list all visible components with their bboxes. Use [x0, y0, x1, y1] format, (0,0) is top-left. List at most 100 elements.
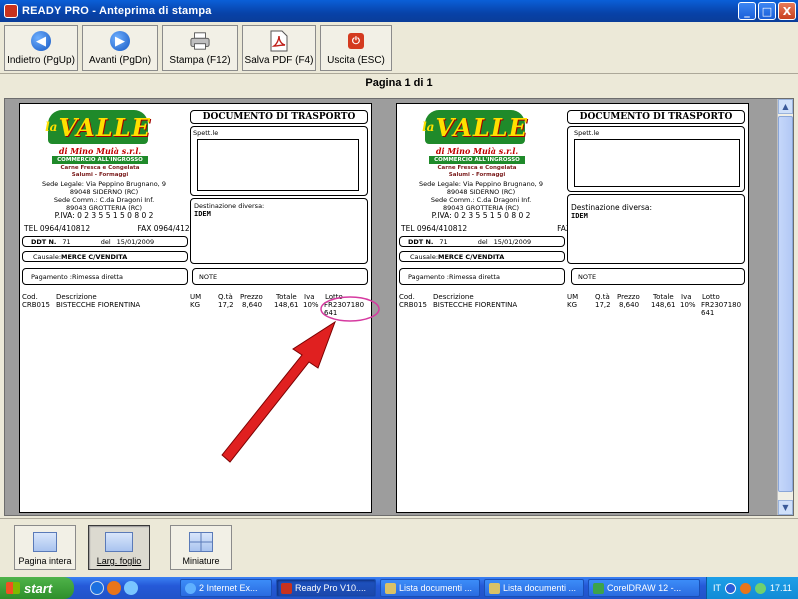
full-page-button[interactable]: Pagina intera [14, 525, 76, 570]
destination-box: Destinazione diversa: IDEM [567, 194, 745, 264]
address-line: 89048 SIDERNO (RC) [69, 188, 139, 196]
clock: 17.11 [770, 583, 792, 593]
table-row: CRB015 BISTECCHE FIORENTINA KG 17,2 8,64… [399, 301, 742, 309]
table-row: CRB015 BISTECCHE FIORENTINA KG 17,2 8,64… [22, 301, 365, 309]
arrow-left-icon: ◀ [31, 31, 51, 51]
document-sheet-right: la VALLE di Mino Muià s.r.l. COMMERCIO AL… [396, 103, 749, 513]
full-page-label: Pagina intera [18, 556, 72, 566]
taskbar-item[interactable]: CorelDRAW 12 -... [588, 579, 700, 597]
company-logo: la VALLE [422, 110, 527, 144]
title-bar: READY PRO - Anteprima di stampa _ □ X [0, 0, 798, 22]
scroll-down-arrow[interactable]: ▼ [778, 500, 793, 515]
window-title: READY PRO - Anteprima di stampa [22, 5, 212, 17]
company-sub-2: Salumi - Formaggi [71, 172, 129, 178]
doc-title-box: DOCUMENTO DI TRASPORTO [567, 110, 745, 124]
minimize-button[interactable]: _ [738, 2, 756, 20]
taskbar-item[interactable]: Lista documenti ... [484, 579, 584, 597]
back-button-label: Indietro (PgUp) [7, 55, 75, 66]
ie-icon [185, 582, 196, 594]
document-sheet-left: la VALLE di Mino Muià s.r.l. COMMERCIO AL… [19, 103, 372, 513]
destination-box: Destinazione diversa: IDEM [190, 198, 368, 264]
company-logo: la VALLE [45, 110, 150, 144]
company-name: di Mino Muià s.r.l. [435, 146, 519, 156]
maximize-button[interactable]: □ [758, 2, 776, 20]
contact-line: TEL 0964/410812 FAX [401, 224, 571, 233]
windows-flag-icon [6, 582, 20, 594]
arrow-right-icon: ▶ [110, 31, 130, 51]
forward-button-label: Avanti (PgDn) [88, 55, 152, 66]
table-header: Cod. Descrizione UM Q.tà Prezzo Totale I… [22, 293, 343, 301]
antivirus-icon[interactable] [740, 582, 751, 594]
document-list-icon [385, 582, 396, 594]
company-band: COMMERCIO ALL'INGROSSO [429, 156, 525, 164]
recipient-box: Spett.le [190, 126, 368, 196]
table-row-continuation: 641 [324, 309, 338, 317]
page-width-icon [105, 532, 133, 552]
ie-alt-icon[interactable] [124, 581, 138, 595]
doc-title-box: DOCUMENTO DI TRASPORTO [190, 110, 368, 124]
view-mode-bar: Pagina intera Larg. foglio Miniature [0, 518, 798, 576]
vat-number: P.IVA: 0 2 3 5 5 1 5 0 8 0 2 [54, 211, 154, 220]
print-button-label: Stampa (F12) [169, 55, 231, 66]
note-box: NOTE [192, 268, 368, 285]
taskbar-item-active[interactable]: Ready Pro V10.... [276, 579, 376, 597]
save-pdf-button[interactable]: Salva PDF (F4) [242, 25, 316, 71]
items-table: Cod. Descrizione UM Q.tà Prezzo Totale I… [397, 293, 747, 317]
ddt-box: DDT N. 71 del 15/01/2009 [22, 236, 188, 247]
power-icon: ⏻ [348, 33, 364, 49]
note-box: NOTE [571, 268, 745, 285]
firefox-icon[interactable] [107, 581, 121, 595]
taskbar-item[interactable]: Lista documenti ... [380, 579, 480, 597]
save-pdf-button-label: Salva PDF (F4) [244, 55, 314, 66]
print-preview-area[interactable]: la VALLE di Mino Muià s.r.l. COMMERCIO AL… [4, 98, 794, 516]
taskbar: start 2 Internet Ex... Ready Pro V10....… [0, 577, 798, 599]
ready-pro-icon [281, 582, 292, 594]
thumbnails-label: Miniature [182, 556, 220, 566]
address-line: Sede Comm.: C.da Dragoni Inf. [430, 196, 532, 204]
ddt-box: DDT N. 71 del 15/01/2009 [399, 236, 565, 247]
address-line: Sede Legale: Via Peppino Brugnano, 9 [419, 180, 543, 188]
thumbnails-button[interactable]: Miniature [170, 525, 232, 570]
company-sub-2: Salumi - Formaggi [448, 172, 506, 178]
ie-icon[interactable] [90, 581, 104, 595]
company-name: di Mino Muià s.r.l. [58, 146, 142, 156]
page-width-button[interactable]: Larg. foglio [88, 525, 150, 570]
close-button[interactable]: X [778, 2, 796, 20]
exit-button-label: Uscita (ESC) [327, 55, 385, 66]
vertical-scrollbar[interactable]: ▲ ▼ [777, 99, 793, 515]
app-icon [4, 4, 18, 18]
back-button[interactable]: ◀ Indietro (PgUp) [4, 25, 78, 71]
scroll-thumb[interactable] [778, 116, 793, 492]
back-arrow-icon[interactable] [725, 582, 736, 594]
document-list-icon [489, 582, 500, 594]
pdf-icon [269, 30, 289, 52]
network-icon[interactable] [755, 582, 766, 594]
company-band: COMMERCIO ALL'INGROSSO [52, 156, 148, 164]
recipient-box: Spett.le [567, 126, 745, 192]
exit-button[interactable]: ⏻ Uscita (ESC) [320, 25, 392, 71]
company-sub-1: Carne Fresca e Congelata [60, 165, 140, 171]
toolbar: ◀ Indietro (PgUp) ▶ Avanti (PgDn) Stampa… [0, 22, 798, 74]
taskbar-item[interactable]: 2 Internet Ex... [180, 579, 272, 597]
table-header: Cod. Descrizione UM Q.tà Prezzo Totale I… [399, 293, 720, 301]
system-tray: IT 17.11 [706, 577, 798, 599]
address-line: Sede Comm.: C.da Dragoni Inf. [53, 196, 155, 204]
address-line: 89048 SIDERNO (RC) [446, 188, 516, 196]
coreldraw-icon [593, 582, 604, 594]
causale-box: Causale:MERCE C/VENDITA [22, 251, 188, 262]
print-button[interactable]: Stampa (F12) [162, 25, 238, 71]
vat-number: P.IVA: 0 2 3 5 5 1 5 0 8 0 2 [431, 211, 531, 220]
scroll-up-arrow[interactable]: ▲ [778, 99, 793, 114]
page-indicator: Pagina 1 di 1 [365, 77, 433, 89]
causale-box: Causale:MERCE C/VENDITA [399, 251, 565, 262]
language-indicator[interactable]: IT [713, 583, 721, 593]
forward-button[interactable]: ▶ Avanti (PgDn) [82, 25, 158, 71]
contact-line: TEL 0964/410812 FAX 0964/412366 [24, 224, 204, 233]
address-line: Sede Legale: Via Peppino Brugnano, 9 [42, 180, 166, 188]
thumbnails-icon [189, 532, 213, 552]
page-icon [33, 532, 57, 552]
quick-launch [90, 581, 138, 595]
start-button[interactable]: start [0, 577, 74, 599]
payment-box: Pagamento :Rimessa diretta [22, 268, 188, 285]
printer-icon [190, 31, 210, 51]
